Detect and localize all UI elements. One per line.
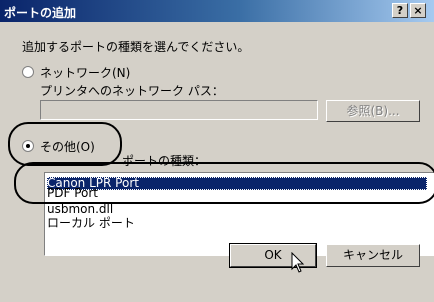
- cancel-button[interactable]: キャンセル: [326, 244, 420, 267]
- mouse-cursor-icon: [291, 252, 305, 273]
- title-bar: ポートの追加 ? ×: [0, 0, 434, 22]
- window-title: ポートの追加: [4, 6, 77, 20]
- callout-other-radio: [8, 122, 122, 166]
- list-item-local-port[interactable]: ローカル ポート: [47, 217, 135, 230]
- instruction-text: 追加するポートの種類を選んでください。: [22, 40, 250, 54]
- network-path-input[interactable]: [40, 100, 318, 120]
- network-radio[interactable]: [22, 66, 34, 78]
- list-item-usbmon[interactable]: usbmon.dll: [47, 203, 113, 216]
- network-radio-label[interactable]: ネットワーク(N): [40, 64, 130, 81]
- browse-button[interactable]: 参照(B)...: [326, 100, 420, 122]
- network-path-label: プリンタへのネットワーク パス：: [40, 84, 224, 98]
- callout-selected-port: [14, 162, 434, 204]
- close-button[interactable]: ×: [410, 3, 426, 18]
- help-button[interactable]: ?: [392, 3, 408, 18]
